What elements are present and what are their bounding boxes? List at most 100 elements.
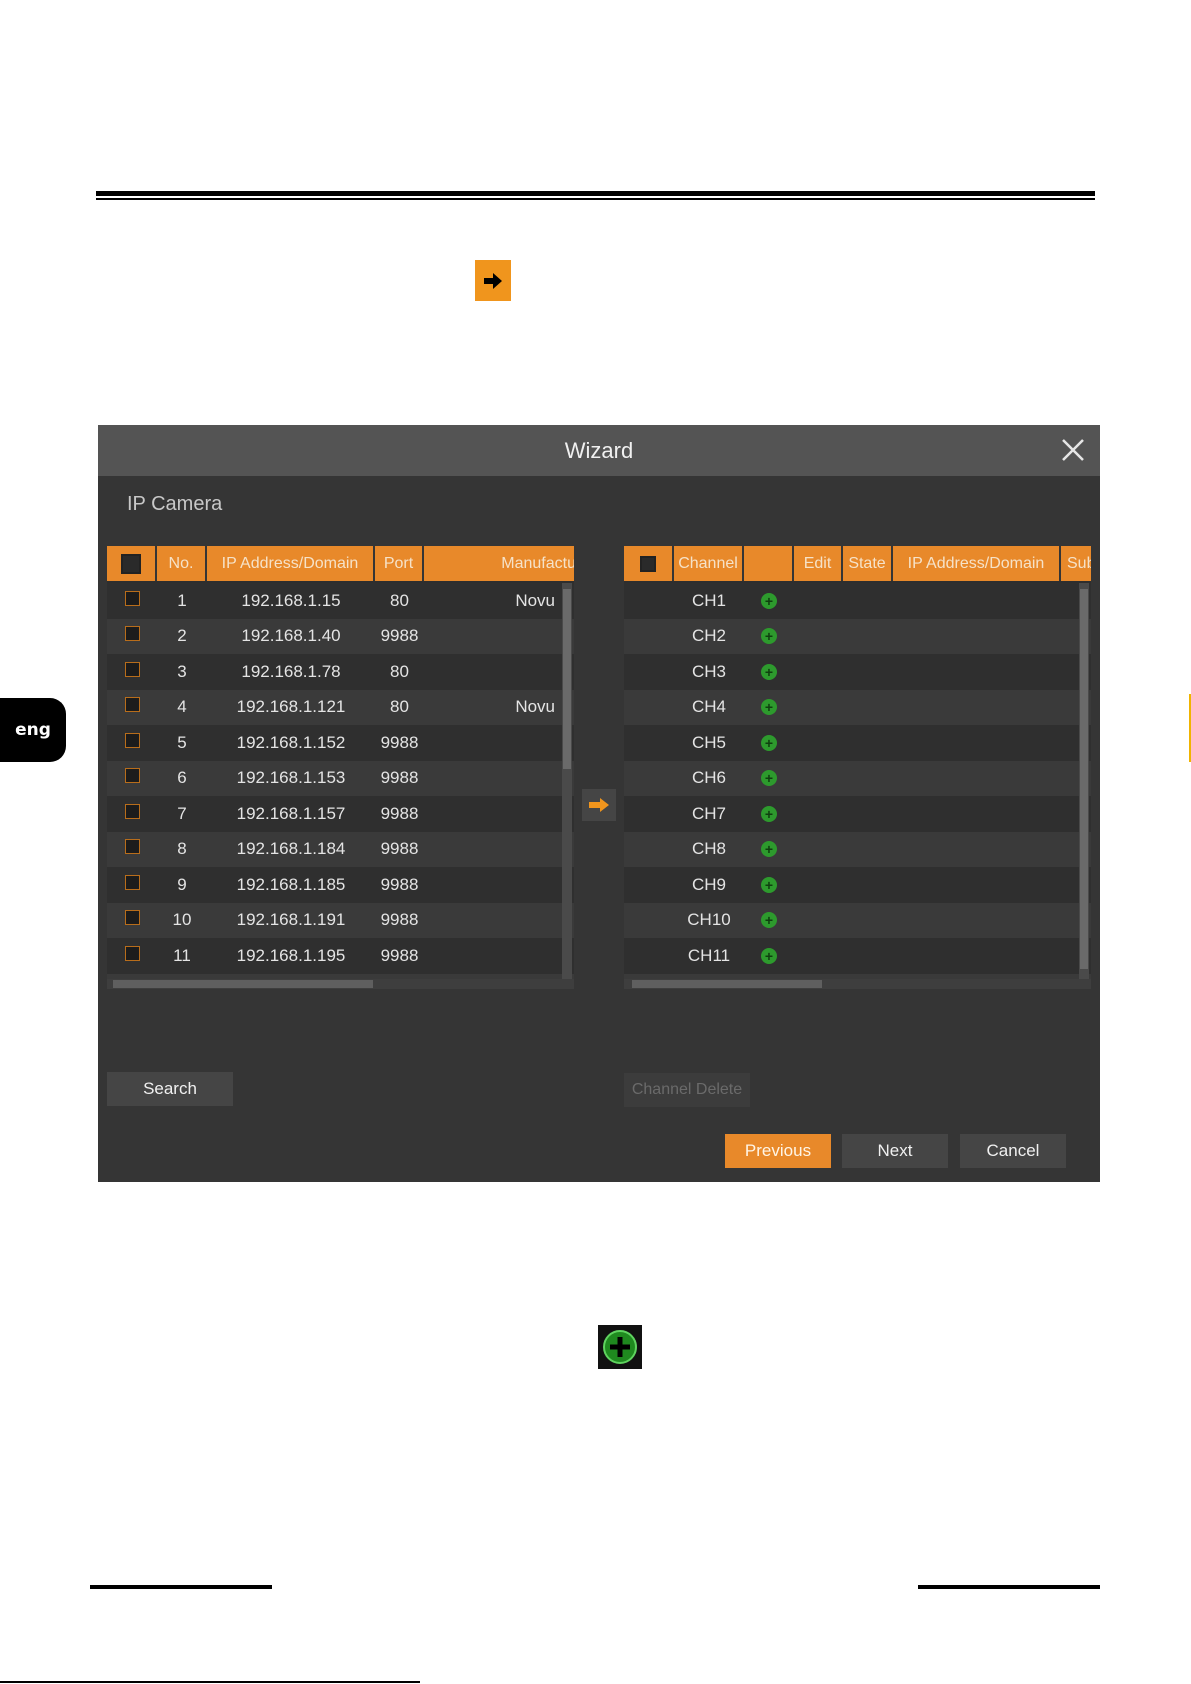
cell-no: 9 xyxy=(177,874,187,894)
add-channel-icon[interactable]: + xyxy=(744,839,794,859)
column-header-port[interactable]: Port xyxy=(375,546,422,581)
cell-port: 80 xyxy=(390,661,409,681)
row-checkbox[interactable] xyxy=(107,839,157,859)
cell-channel: CH1 xyxy=(691,590,726,610)
wizard-window: Wizard IP Camera No. IP Address/Domain P… xyxy=(98,425,1100,1182)
footer-rule-left xyxy=(90,1585,272,1589)
channel-delete-button[interactable]: Channel Delete xyxy=(624,1073,750,1107)
row-checkbox[interactable] xyxy=(107,768,157,788)
language-tab-label: eng xyxy=(15,720,51,740)
table-row[interactable]: 11 192.168.1.195 9988 xyxy=(107,938,574,974)
table-row[interactable]: CH8 + xyxy=(624,831,1091,867)
cell-ip: 192.168.1.152 xyxy=(236,732,346,752)
add-channel-icon[interactable]: + xyxy=(744,946,794,966)
cell-channel: CH3 xyxy=(691,661,726,681)
table-row[interactable]: 3 192.168.1.78 80 xyxy=(107,654,574,690)
table-row[interactable]: 8 192.168.1.184 9988 xyxy=(107,831,574,867)
row-checkbox[interactable] xyxy=(107,626,157,646)
column-header-edit[interactable]: Edit xyxy=(794,546,841,581)
add-to-channel-button[interactable] xyxy=(582,789,616,821)
language-tab: eng xyxy=(0,698,66,762)
cell-channel: CH9 xyxy=(691,874,726,894)
column-header-sub[interactable]: Sub xyxy=(1061,546,1091,581)
cell-ip: 192.168.1.157 xyxy=(236,803,346,823)
table-row[interactable]: CH5 + xyxy=(624,725,1091,761)
table-row[interactable]: CH3 + xyxy=(624,654,1091,690)
add-channel-icon[interactable]: + xyxy=(744,875,794,895)
vertical-scrollbar[interactable] xyxy=(1079,583,1089,981)
table-header: No. IP Address/Domain Port Manufactu xyxy=(107,546,574,581)
cell-channel: CH6 xyxy=(691,768,726,788)
cell-port: 9988 xyxy=(380,732,419,752)
column-header-manufacturer[interactable]: Manufactu xyxy=(424,546,574,581)
cell-port: 80 xyxy=(390,590,409,610)
add-channel-icon[interactable]: + xyxy=(744,697,794,717)
cell-port: 9988 xyxy=(380,839,419,859)
column-header-ip[interactable]: IP Address/Domain xyxy=(893,546,1059,581)
cell-port: 80 xyxy=(390,697,409,717)
row-checkbox[interactable] xyxy=(107,910,157,930)
cell-no: 3 xyxy=(177,661,187,681)
cell-channel: CH8 xyxy=(691,839,726,859)
previous-button[interactable]: Previous xyxy=(725,1134,831,1168)
row-checkbox[interactable] xyxy=(107,803,157,824)
add-channel-icon[interactable]: + xyxy=(744,591,794,611)
cell-ip: 192.168.1.78 xyxy=(241,661,341,681)
add-channel-icon[interactable]: + xyxy=(744,910,794,930)
horizontal-scrollbar[interactable] xyxy=(107,979,574,989)
row-checkbox[interactable] xyxy=(107,732,157,753)
table-row[interactable]: 6 192.168.1.153 9988 xyxy=(107,760,574,796)
table-row[interactable]: 5 192.168.1.152 9988 xyxy=(107,725,574,761)
table-row[interactable]: 2 192.168.1.40 9988 xyxy=(107,618,574,654)
add-channel-icon[interactable]: + xyxy=(744,626,794,646)
horizontal-scrollbar[interactable] xyxy=(624,979,1091,989)
column-header-add xyxy=(744,546,792,581)
column-header-channel[interactable]: Channel xyxy=(674,546,742,581)
section-title: IP Camera xyxy=(127,493,223,515)
next-button[interactable]: Next xyxy=(842,1134,948,1168)
device-search-table: No. IP Address/Domain Port Manufactu 1 19… xyxy=(107,546,574,989)
cell-port: 9988 xyxy=(380,626,419,646)
table-row[interactable]: CH2 + xyxy=(624,618,1091,654)
row-checkbox[interactable] xyxy=(107,874,157,895)
vertical-scrollbar[interactable] xyxy=(562,583,572,981)
table-row[interactable]: CH7 + xyxy=(624,796,1091,832)
cell-manufacturer: Novu xyxy=(515,697,555,717)
add-channel-icon[interactable]: + xyxy=(744,662,794,682)
cell-no: 5 xyxy=(177,732,187,752)
select-all-checkbox[interactable] xyxy=(624,546,672,581)
table-row[interactable]: CH6 + xyxy=(624,760,1091,796)
add-channel-icon[interactable]: + xyxy=(744,768,794,788)
table-row[interactable]: 1 192.168.1.15 80 Novu xyxy=(107,583,574,619)
cell-no: 1 xyxy=(177,590,187,610)
table-row[interactable]: CH9 + xyxy=(624,867,1091,903)
column-header-ip[interactable]: IP Address/Domain xyxy=(207,546,373,581)
row-checkbox[interactable] xyxy=(107,697,157,717)
table-row[interactable]: 10 192.168.1.191 9988 xyxy=(107,902,574,938)
cell-no: 4 xyxy=(177,697,187,717)
bottom-edge-rule xyxy=(0,1681,420,1683)
footer-rule-right xyxy=(918,1585,1100,1589)
close-icon[interactable] xyxy=(1056,433,1090,467)
cell-ip: 192.168.1.15 xyxy=(241,590,341,610)
table-row[interactable]: CH4 + xyxy=(624,689,1091,725)
select-all-checkbox[interactable] xyxy=(107,546,155,581)
search-button[interactable]: Search xyxy=(107,1072,233,1106)
wizard-titlebar: Wizard xyxy=(98,425,1100,476)
table-row[interactable]: 7 192.168.1.157 9988 xyxy=(107,796,574,832)
table-row[interactable]: CH1 + xyxy=(624,583,1091,619)
row-checkbox[interactable] xyxy=(107,945,157,966)
add-channel-icon[interactable]: + xyxy=(744,804,794,824)
row-checkbox[interactable] xyxy=(107,590,157,611)
table-row[interactable]: CH11 + xyxy=(624,938,1091,974)
table-row[interactable]: CH10 + xyxy=(624,902,1091,938)
add-channel-icon[interactable]: + xyxy=(744,733,794,753)
column-header-no[interactable]: No. xyxy=(157,546,205,581)
table-row[interactable]: 4 192.168.1.121 80 Novu xyxy=(107,689,574,725)
table-row[interactable]: 9 192.168.1.185 9988 xyxy=(107,867,574,903)
channel-rows: CH1 + CH2 + CH3 + CH4 + CH5 + CH6 + CH7 + CH8 + CH9 + CH10… xyxy=(624,583,1091,989)
row-checkbox[interactable] xyxy=(107,661,157,682)
cancel-button[interactable]: Cancel xyxy=(960,1134,1066,1168)
column-header-state[interactable]: State xyxy=(843,546,891,581)
cell-no: 8 xyxy=(177,839,187,859)
